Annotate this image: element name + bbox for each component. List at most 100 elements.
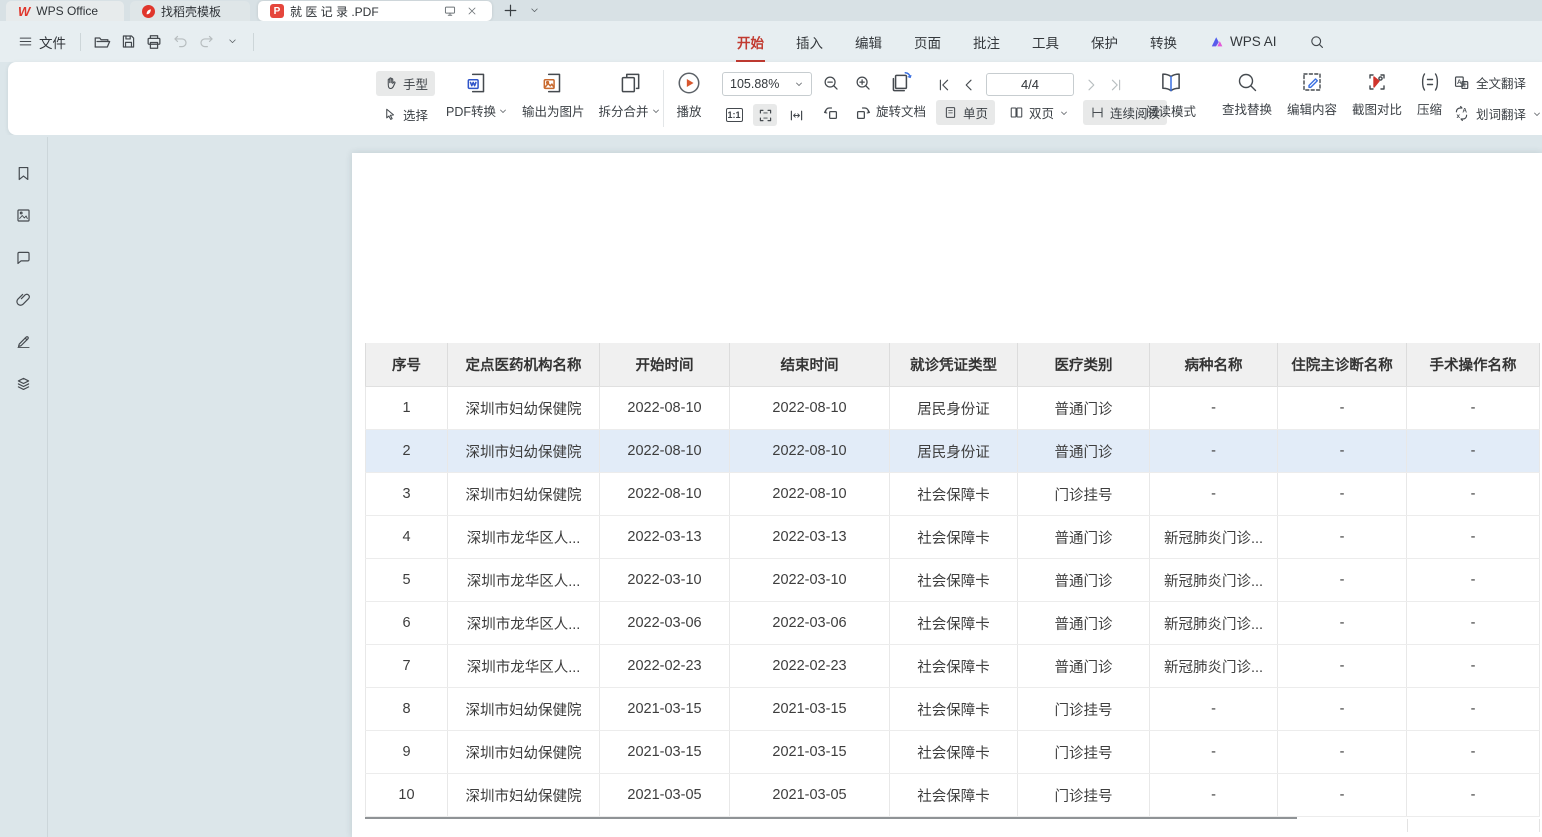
table-row[interactable]: 10深圳市妇幼保健院2021-03-052021-03-05社会保障卡门诊挂号-…: [365, 774, 1540, 817]
split-merge-button[interactable]: 拆分合并: [599, 70, 661, 120]
continuous-read-icon: [1090, 105, 1105, 120]
double-page-button[interactable]: 双页: [1002, 100, 1076, 125]
print-button[interactable]: [141, 29, 167, 55]
new-tab-button[interactable]: [502, 2, 518, 18]
monitor-icon[interactable]: [442, 3, 458, 19]
table-header-cell: 医疗类别: [1018, 343, 1150, 386]
table-row[interactable]: 6深圳市龙华区人...2022-03-062022-03-06社会保障卡普通门诊…: [365, 602, 1540, 645]
menu-tab-edit[interactable]: 编辑: [854, 30, 883, 54]
menu-tab-insert[interactable]: 插入: [795, 30, 824, 54]
chevron-down-icon: [651, 106, 661, 116]
table-row[interactable]: 5深圳市龙华区人...2022-03-102022-03-10社会保障卡普通门诊…: [365, 559, 1540, 602]
undo-button[interactable]: [167, 29, 193, 55]
next-page-button[interactable]: [1083, 77, 1099, 93]
tab-list-chevron-icon[interactable]: [526, 2, 542, 18]
table-cell: -: [1150, 473, 1278, 515]
select-tool-button[interactable]: 选择: [376, 102, 435, 127]
find-replace-button[interactable]: 查找替换: [1222, 70, 1272, 118]
table-row[interactable]: 4深圳市龙华区人...2022-03-132022-03-13社会保障卡普通门诊…: [365, 516, 1540, 559]
full-translate-button[interactable]: A 全文翻译: [1453, 73, 1526, 92]
fit-page-button[interactable]: [753, 104, 777, 126]
single-page-label: 单页: [963, 103, 988, 122]
table-cell: -: [1278, 473, 1407, 515]
svg-text:A: A: [1462, 108, 1467, 115]
table-cell: 2022-03-10: [600, 559, 730, 601]
table-row[interactable]: 9深圳市妇幼保健院2021-03-152021-03-15社会保障卡门诊挂号--…: [365, 731, 1540, 774]
first-page-button[interactable]: [936, 77, 952, 93]
play-button[interactable]: 播放: [676, 70, 702, 120]
save-button[interactable]: [115, 29, 141, 55]
file-menu-button[interactable]: 文件: [12, 28, 72, 56]
table-row[interactable]: 1深圳市妇幼保健院2022-08-102022-08-10居民身份证普通门诊--…: [365, 387, 1540, 430]
zoom-out-button[interactable]: [822, 74, 840, 92]
hand-tool-button[interactable]: 手型: [376, 71, 435, 96]
table-cell: 社会保障卡: [890, 688, 1018, 730]
screenshot-compare-button[interactable]: 截图对比: [1352, 70, 1402, 118]
menu-tab-page[interactable]: 页面: [913, 30, 942, 54]
bookmark-icon: [15, 165, 32, 182]
edit-content-button[interactable]: 编辑内容: [1287, 70, 1337, 118]
comment-panel-button[interactable]: [14, 247, 34, 267]
thumbnail-panel-button[interactable]: [14, 205, 34, 225]
bookmark-panel-button[interactable]: [14, 163, 34, 183]
docer-template-icon: [142, 5, 155, 18]
zoom-level-select[interactable]: 105.88%: [722, 72, 812, 96]
layers-panel-button[interactable]: [14, 373, 34, 393]
table-cell: 2021-03-15: [730, 688, 890, 730]
table-cell: 10: [365, 774, 448, 816]
table-cell: 深圳市妇幼保健院: [448, 731, 600, 773]
close-tab-icon[interactable]: [464, 3, 480, 19]
export-as-image-button[interactable]: 输出为图片: [522, 70, 585, 120]
compress-button[interactable]: 压缩: [1417, 70, 1442, 118]
redo-button[interactable]: [193, 29, 219, 55]
table-header-cell: 住院主诊断名称: [1278, 343, 1407, 386]
table-cell: 新冠肺炎门诊...: [1150, 559, 1278, 601]
read-mode-button[interactable]: 阅读模式: [1146, 70, 1196, 120]
table-cell: 深圳市龙华区人...: [448, 645, 600, 687]
menu-tab-annotate[interactable]: 批注: [972, 30, 1001, 54]
actual-size-button[interactable]: 1:1: [722, 104, 746, 126]
table-cell: -: [1278, 645, 1407, 687]
word-translate-button[interactable]: Ax 划词翻译: [1453, 104, 1542, 123]
table-cell: -: [1407, 645, 1540, 687]
page-indicator-input[interactable]: 4/4: [986, 73, 1074, 96]
tab-wps-office[interactable]: W WPS Office: [6, 1, 124, 21]
menu-tab-convert[interactable]: 转换: [1149, 30, 1178, 54]
tab-template-store[interactable]: 找稻壳模板: [130, 1, 250, 21]
table-row[interactable]: 2深圳市妇幼保健院2022-08-102022-08-10居民身份证普通门诊--…: [365, 430, 1540, 473]
tab-document-active[interactable]: P 就 医 记 录 .PDF: [258, 1, 492, 21]
menu-search-button[interactable]: [1308, 32, 1326, 52]
single-page-button[interactable]: 单页: [936, 100, 995, 125]
last-page-button[interactable]: [1108, 77, 1124, 93]
table-row[interactable]: 8深圳市妇幼保健院2021-03-152021-03-15社会保障卡门诊挂号--…: [365, 688, 1540, 731]
table-cell: 门诊挂号: [1018, 473, 1150, 515]
menu-tab-home[interactable]: 开始: [736, 30, 765, 54]
zoom-in-button[interactable]: [854, 74, 872, 92]
table-cell: 社会保障卡: [890, 731, 1018, 773]
pdf-convert-button[interactable]: PDF转换: [446, 70, 508, 120]
menu-tab-protect[interactable]: 保护: [1090, 30, 1119, 54]
table-row[interactable]: 7深圳市龙华区人...2022-02-232022-02-23社会保障卡普通门诊…: [365, 645, 1540, 688]
wps-ai-button[interactable]: WPS AI: [1208, 32, 1278, 52]
table-cell: -: [1150, 430, 1278, 472]
attachment-panel-button[interactable]: [14, 289, 34, 309]
fit-width-button[interactable]: [784, 104, 808, 126]
menu-tab-tools[interactable]: 工具: [1031, 30, 1060, 54]
signature-panel-button[interactable]: [14, 331, 34, 351]
table-row[interactable]: 3深圳市妇幼保健院2022-08-102022-08-10社会保障卡门诊挂号--…: [365, 473, 1540, 516]
rotate-document-button[interactable]: 旋转文档: [876, 70, 926, 120]
rotate-left-button[interactable]: [822, 104, 840, 122]
double-page-label: 双页: [1029, 103, 1054, 122]
open-file-button[interactable]: [89, 29, 115, 55]
table-cell: 社会保障卡: [890, 516, 1018, 558]
pdf-page[interactable]: 序号定点医药机构名称开始时间结束时间就诊凭证类型医疗类别病种名称住院主诊断名称手…: [352, 153, 1542, 837]
table-cell: 社会保障卡: [890, 774, 1018, 816]
chevron-down-icon: [498, 106, 508, 116]
previous-page-button[interactable]: [961, 77, 977, 93]
divider: [663, 70, 664, 127]
page-indicator-value: 4/4: [1021, 77, 1039, 92]
table-cell: 2022-03-10: [730, 559, 890, 601]
table-cell: 居民身份证: [890, 387, 1018, 429]
undo-history-chevron-icon[interactable]: [219, 29, 245, 55]
rotate-right-button[interactable]: [854, 104, 872, 122]
